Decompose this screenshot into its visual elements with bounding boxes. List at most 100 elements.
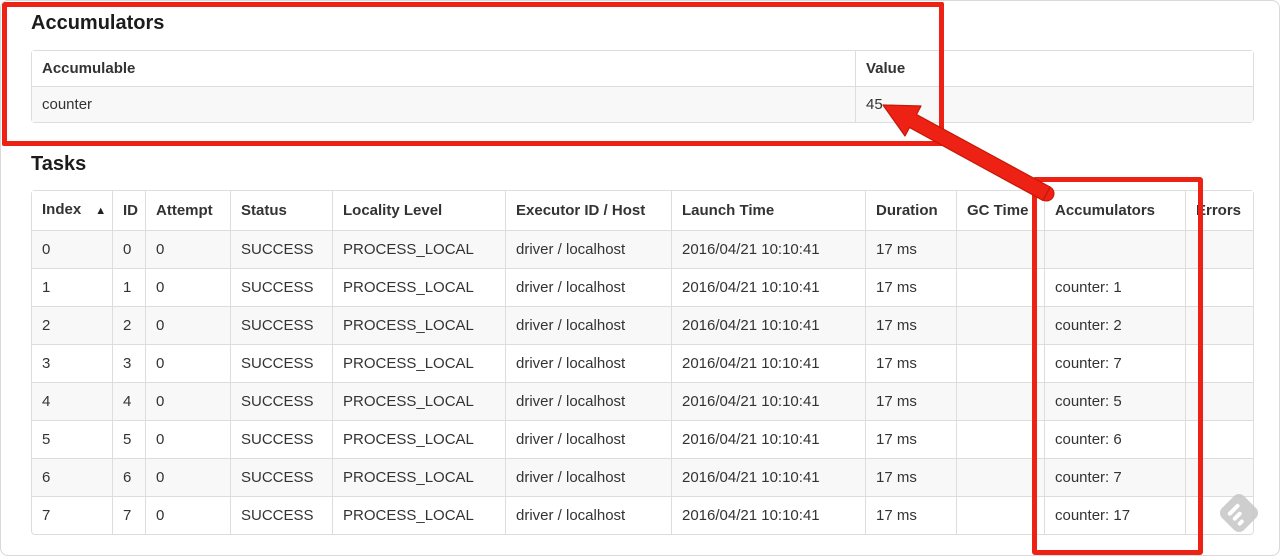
task-cell-index: 7: [32, 496, 112, 534]
task-cell-executor: driver / localhost: [505, 306, 671, 344]
column-header-label: Accumulators: [1055, 202, 1156, 219]
task-cell-gc-time: [956, 306, 1044, 344]
task-cell-errors: [1185, 458, 1253, 496]
task-cell-locality: PROCESS_LOCAL: [332, 268, 505, 306]
task-cell-gc-time: [956, 458, 1044, 496]
task-cell-launch-time: 2016/04/21 10:10:41: [671, 458, 865, 496]
task-cell-id: 7: [112, 496, 145, 534]
accumulable-header-row: Accumulable Value: [32, 51, 1253, 86]
task-cell-locality: PROCESS_LOCAL: [332, 230, 505, 268]
task-cell-index: 0: [32, 230, 112, 268]
task-cell-launch-time: 2016/04/21 10:10:41: [671, 344, 865, 382]
tasks-table: Index ▲ ID Attempt Status Locality Level Execu…: [31, 190, 1254, 535]
task-cell-errors: [1185, 420, 1253, 458]
task-cell-attempt: 0: [145, 306, 230, 344]
column-header-accumulators[interactable]: Accumulators: [1044, 191, 1185, 230]
task-cell-status: SUCCESS: [230, 344, 332, 382]
task-cell-locality: PROCESS_LOCAL: [332, 306, 505, 344]
task-cell-executor: driver / localhost: [505, 382, 671, 420]
task-row: 2 2 0 SUCCESS PROCESS_LOCAL driver / localhos…: [32, 306, 1253, 344]
column-header-index[interactable]: Index ▲: [32, 191, 112, 230]
task-cell-accumulators: counter: 1: [1044, 268, 1185, 306]
task-cell-attempt: 0: [145, 230, 230, 268]
task-cell-executor: driver / localhost: [505, 230, 671, 268]
column-header-label: ID: [123, 202, 138, 219]
column-header-executor-id-host[interactable]: Executor ID / Host: [505, 191, 671, 230]
task-cell-duration: 17 ms: [865, 306, 956, 344]
column-header-launch-time[interactable]: Launch Time: [671, 191, 865, 230]
task-cell-gc-time: [956, 268, 1044, 306]
task-cell-id: 6: [112, 458, 145, 496]
column-header-value[interactable]: Value: [855, 51, 1253, 86]
task-cell-accumulators: [1044, 230, 1185, 268]
task-cell-executor: driver / localhost: [505, 344, 671, 382]
task-cell-duration: 17 ms: [865, 230, 956, 268]
column-header-id[interactable]: ID: [112, 191, 145, 230]
page-container: Accumulators Accumulable Value counter 45 …: [0, 0, 1280, 556]
task-cell-id: 4: [112, 382, 145, 420]
task-cell-index: 1: [32, 268, 112, 306]
task-cell-gc-time: [956, 496, 1044, 534]
task-row: 3 3 0 SUCCESS PROCESS_LOCAL driver / localhos…: [32, 344, 1253, 382]
task-cell-launch-time: 2016/04/21 10:10:41: [671, 268, 865, 306]
column-header-locality-level[interactable]: Locality Level: [332, 191, 505, 230]
task-row: 1 1 0 SUCCESS PROCESS_LOCAL driver / localhos…: [32, 268, 1253, 306]
task-cell-index: 3: [32, 344, 112, 382]
task-cell-errors: [1185, 306, 1253, 344]
column-header-status[interactable]: Status: [230, 191, 332, 230]
task-cell-id: 3: [112, 344, 145, 382]
task-cell-locality: PROCESS_LOCAL: [332, 382, 505, 420]
task-cell-locality: PROCESS_LOCAL: [332, 458, 505, 496]
task-cell-duration: 17 ms: [865, 496, 956, 534]
task-cell-gc-time: [956, 344, 1044, 382]
main-content: Accumulators Accumulable Value counter 45 …: [1, 1, 1279, 535]
task-cell-executor: driver / localhost: [505, 458, 671, 496]
column-header-label: Status: [241, 202, 287, 219]
task-cell-attempt: 0: [145, 344, 230, 382]
task-cell-accumulators: counter: 6: [1044, 420, 1185, 458]
task-cell-status: SUCCESS: [230, 382, 332, 420]
task-cell-accumulators: counter: 2: [1044, 306, 1185, 344]
accumulable-value-cell: 45: [855, 86, 1253, 122]
task-cell-launch-time: 2016/04/21 10:10:41: [671, 230, 865, 268]
task-cell-id: 0: [112, 230, 145, 268]
task-cell-duration: 17 ms: [865, 458, 956, 496]
task-row: 0 0 0 SUCCESS PROCESS_LOCAL driver / localhos…: [32, 230, 1253, 268]
task-cell-errors: [1185, 230, 1253, 268]
column-header-duration[interactable]: Duration: [865, 191, 956, 230]
task-cell-attempt: 0: [145, 496, 230, 534]
column-header-gc-time[interactable]: GC Time: [956, 191, 1044, 230]
task-cell-attempt: 0: [145, 382, 230, 420]
task-cell-status: SUCCESS: [230, 230, 332, 268]
column-header-label: Attempt: [156, 202, 213, 219]
task-cell-index: 5: [32, 420, 112, 458]
column-header-accumulable[interactable]: Accumulable: [32, 51, 855, 86]
task-cell-locality: PROCESS_LOCAL: [332, 344, 505, 382]
task-row: 7 7 0 SUCCESS PROCESS_LOCAL driver / localhos…: [32, 496, 1253, 534]
task-cell-gc-time: [956, 420, 1044, 458]
task-cell-locality: PROCESS_LOCAL: [332, 420, 505, 458]
column-header-attempt[interactable]: Attempt: [145, 191, 230, 230]
column-header-label: Locality Level: [343, 202, 443, 219]
task-row: 6 6 0 SUCCESS PROCESS_LOCAL driver / localhos…: [32, 458, 1253, 496]
task-cell-executor: driver / localhost: [505, 496, 671, 534]
task-row: 4 4 0 SUCCESS PROCESS_LOCAL driver / localhos…: [32, 382, 1253, 420]
task-cell-accumulators: counter: 5: [1044, 382, 1185, 420]
task-cell-index: 2: [32, 306, 112, 344]
task-cell-id: 5: [112, 420, 145, 458]
task-cell-accumulators: counter: 7: [1044, 344, 1185, 382]
task-cell-errors: [1185, 382, 1253, 420]
task-cell-id: 1: [112, 268, 145, 306]
task-cell-attempt: 0: [145, 458, 230, 496]
task-cell-executor: driver / localhost: [505, 268, 671, 306]
task-cell-attempt: 0: [145, 420, 230, 458]
task-cell-index: 4: [32, 382, 112, 420]
task-cell-errors: [1185, 344, 1253, 382]
accumulable-table: Accumulable Value counter 45: [31, 50, 1254, 123]
task-cell-status: SUCCESS: [230, 420, 332, 458]
task-cell-status: SUCCESS: [230, 306, 332, 344]
tasks-heading: Tasks: [31, 153, 87, 175]
accumulable-row: counter 45: [32, 86, 1253, 122]
column-header-errors[interactable]: Errors: [1185, 191, 1253, 230]
sort-ascending-icon: ▲: [95, 205, 107, 217]
